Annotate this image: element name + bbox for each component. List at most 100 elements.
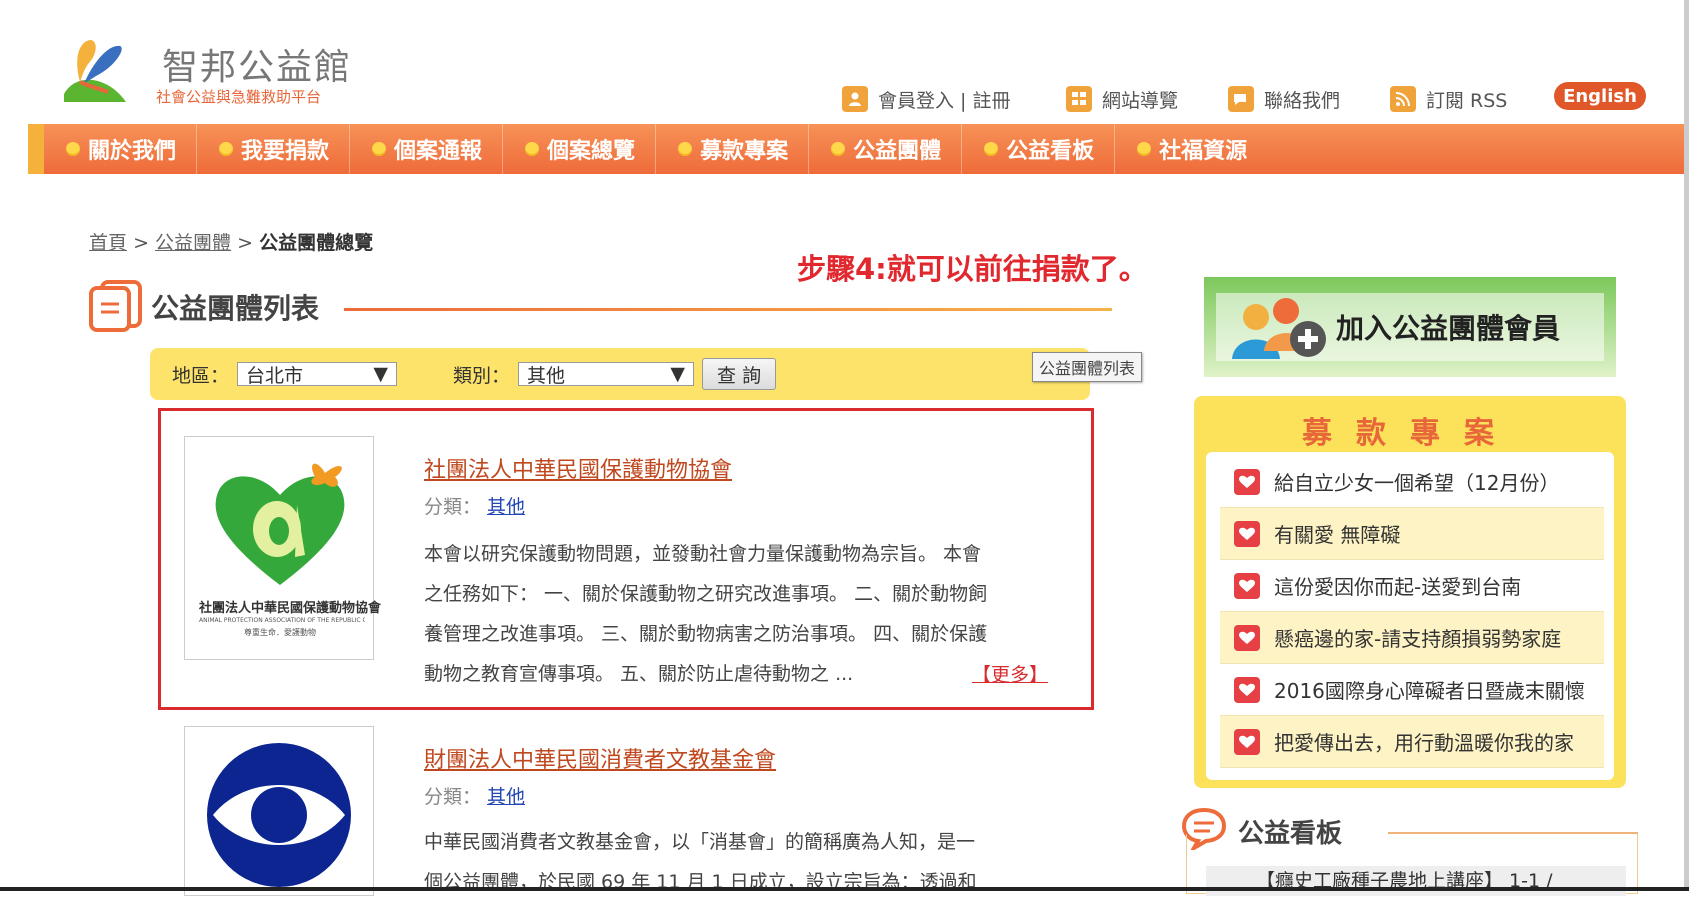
nav-accent — [28, 124, 44, 174]
query-button[interactable]: 查 詢 — [702, 358, 777, 390]
category-select[interactable]: 其他 ▼ — [518, 362, 695, 387]
nav-label: 公益看板 — [1006, 139, 1095, 164]
desc-line: 個公益團體，於民國 69 年 11 月 1 日成立，設立宗旨為：透過和 — [424, 871, 977, 893]
nav-label: 公益團體 — [853, 139, 942, 164]
bullet-icon — [525, 142, 540, 156]
dropdown-arrow-icon: ▼ — [373, 363, 389, 385]
nav-label: 募款專案 — [700, 139, 789, 164]
nav-item-donate[interactable]: 我要捐款 — [197, 124, 351, 174]
category-label: 分類： — [424, 496, 482, 518]
breadcrumb-home[interactable]: 首頁 — [89, 232, 127, 254]
chat-icon — [1228, 86, 1254, 112]
desc-line: 中華民國消費者文教基金會，以「消基會」的簡稱廣為人知，是一 — [424, 831, 976, 853]
rss-label: 訂閱 RSS — [1426, 89, 1508, 112]
animal-protection-logo-icon — [215, 463, 345, 585]
join-member-banner[interactable]: 加入公益團體會員 — [1204, 277, 1616, 377]
step-annotation: 步驟4:就可以前往捐款了。 — [797, 252, 1148, 286]
fund-item[interactable]: 給自立少女一個希望（12月份） — [1220, 456, 1604, 508]
fund-item[interactable]: 有關愛 無障礙 — [1220, 508, 1604, 560]
contact-label: 聯絡我們 — [1264, 89, 1341, 112]
fund-item[interactable]: 懸癌邊的家-請支持顏損弱勢家庭 — [1220, 612, 1604, 664]
login-link[interactable]: 會員登入 | 註冊 — [842, 84, 1010, 114]
org-category: 分類： 其他 — [424, 782, 525, 809]
fund-item-label: 這份愛因你而起-送愛到台南 — [1274, 575, 1522, 599]
nav-label: 我要捐款 — [241, 139, 330, 164]
category-link[interactable]: 其他 — [487, 786, 525, 808]
nav-item-projects[interactable]: 募款專案 — [656, 124, 810, 174]
desc-line: 動物之教育宣傳事項。 五、關於防止虐待動物之 ... — [424, 663, 854, 685]
site-title: 智邦公益館 — [162, 47, 353, 88]
fund-item-label: 給自立少女一個希望（12月份） — [1274, 471, 1560, 495]
category-value: 其他 — [527, 364, 566, 387]
org-category: 分類： 其他 — [424, 492, 525, 519]
region-value: 台北市 — [246, 364, 304, 387]
nav-item-cases[interactable]: 個案總覽 — [503, 124, 657, 174]
bullet-icon — [831, 142, 846, 156]
sitemap-icon — [1066, 86, 1092, 112]
sitemap-link[interactable]: 網站導覽 — [1066, 84, 1178, 114]
people-add-icon — [1232, 298, 1326, 359]
heart-icon — [1234, 520, 1260, 547]
heart-icon — [1234, 728, 1260, 755]
rss-link[interactable]: 訂閱 RSS — [1390, 84, 1507, 114]
main-nav: 關於我們 我要捐款 個案通報 個案總覽 募款專案 公益團體 公益看板 社福資源 — [28, 124, 1689, 174]
bullet-icon — [219, 142, 234, 156]
tooltip: 公益團體列表 — [1032, 352, 1143, 382]
board-item[interactable]: 【癮史工廠種子農地上講座】 1-1 / — [1206, 866, 1626, 896]
nav-label: 個案總覽 — [547, 139, 636, 164]
nav-item-resources[interactable]: 社福資源 — [1115, 124, 1267, 174]
region-select[interactable]: 台北市 ▼ — [237, 362, 398, 387]
english-button[interactable]: English — [1554, 82, 1646, 110]
org-name-link[interactable]: 財團法人中華民國消費者文教基金會 — [424, 742, 776, 774]
nav-item-report[interactable]: 個案通報 — [350, 124, 504, 174]
category-label: 分類： — [424, 786, 482, 808]
desc-line: 之任務如下： 一、關於保護動物之研究改進事項。 二、關於動物飼 — [424, 583, 988, 605]
desc-line: 本會以研究保護動物問題，並發動社會力量保護動物為宗旨。 本會 — [424, 543, 982, 565]
heart-icon — [1234, 676, 1260, 703]
fund-item[interactable]: 2016國際身心障礙者日暨歲末關懷 — [1220, 664, 1604, 716]
filter-bar: 地區： 台北市 ▼ 類別： 其他 ▼ 查 詢 — [150, 348, 1090, 400]
dropdown-arrow-icon: ▼ — [670, 363, 686, 385]
scrollbar[interactable] — [1684, 0, 1689, 891]
nav-item-groups[interactable]: 公益團體 — [809, 124, 963, 174]
nav-item-about[interactable]: 關於我們 — [44, 124, 198, 174]
desc-line: 養管理之改進事項。 三、關於動物病害之防治事項。 四、關於保護 — [424, 623, 988, 645]
logo-icon[interactable] — [58, 36, 130, 108]
breadcrumb-current: 公益團體總覽 — [259, 232, 374, 254]
org-logo[interactable]: 社團法人中華民國保護動物協會 ANIMAL PROTECTION ASSOCIA… — [184, 436, 381, 660]
section-title: 公益團體列表 — [151, 292, 320, 325]
bullet-icon — [678, 142, 693, 156]
fund-item[interactable]: 這份愛因你而起-送愛到台南 — [1220, 560, 1604, 612]
consumer-foundation-logo-icon — [207, 743, 351, 887]
category-link[interactable]: 其他 — [487, 496, 525, 518]
category-label: 類別： — [453, 364, 511, 387]
more-link[interactable]: 【更多】 — [972, 660, 1048, 687]
nav-label: 社福資源 — [1159, 139, 1248, 164]
breadcrumb: 首頁 > 公益團體 > 公益團體總覽 — [89, 228, 373, 255]
document-icon — [89, 280, 142, 332]
sitemap-label: 網站導覽 — [1102, 89, 1179, 112]
breadcrumb-section[interactable]: 公益團體 — [155, 232, 231, 254]
breadcrumb-sep: > — [133, 232, 149, 254]
contact-link[interactable]: 聯絡我們 — [1228, 84, 1340, 114]
logo-caption-en: ANIMAL PROTECTION ASSOCIATION OF THE REP… — [199, 617, 365, 624]
fund-item-label: 把愛傳出去，用行動溫暖你我的家 — [1274, 731, 1574, 755]
org-logo[interactable] — [184, 726, 374, 896]
bullet-icon — [1137, 142, 1152, 156]
user-icon — [842, 86, 868, 112]
fund-item[interactable]: 把愛傳出去，用行動溫暖你我的家 — [1220, 716, 1604, 768]
bullet-icon — [66, 142, 80, 156]
heart-icon — [1234, 572, 1260, 599]
heart-icon — [1234, 624, 1260, 651]
nav-item-board[interactable]: 公益看板 — [962, 124, 1116, 174]
site-subtitle: 社會公益與急難救助平台 — [156, 88, 322, 106]
org-description: 本會以研究保護動物問題，並發動社會力量保護動物為宗旨。 本會 之任務如下： 一、… — [424, 534, 1064, 694]
org-name-link[interactable]: 社團法人中華民國保護動物協會 — [424, 452, 732, 484]
fund-item-label: 懸癌邊的家-請支持顏損弱勢家庭 — [1274, 627, 1562, 651]
nav-label: 關於我們 — [88, 139, 177, 164]
taskbar-edge — [0, 887, 1689, 891]
region-label: 地區： — [172, 364, 230, 387]
rss-icon — [1390, 86, 1416, 112]
bullet-icon — [372, 142, 387, 156]
logo-motto: 尊重生命．愛護動物 — [244, 628, 316, 637]
